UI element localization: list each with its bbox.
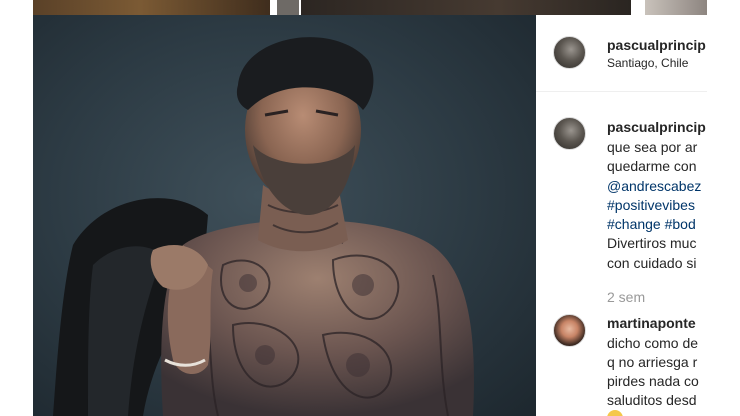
- post-sidebar: pascualprincip Santiago, Chile pascualpr…: [536, 15, 707, 416]
- caption-text-line: Divertiros muc: [607, 235, 697, 251]
- author-avatar[interactable]: [553, 36, 586, 69]
- caption-text-line: quedarme con: [607, 158, 697, 174]
- comment-text-line: saluditos desd: [607, 392, 697, 408]
- comment-text-line: dicho como de: [607, 335, 699, 351]
- caption-mention-link[interactable]: @andrescabez: [607, 178, 701, 194]
- comment-username[interactable]: martinaponte: [607, 315, 696, 331]
- comment-text-line: q no arriesga r: [607, 354, 698, 370]
- caption-text-line: que sea por ar: [607, 139, 698, 155]
- caption-timestamp[interactable]: 2 sem: [607, 289, 645, 305]
- previous-posts-strip: [0, 0, 740, 15]
- previous-post-thumbnail[interactable]: [277, 0, 299, 15]
- previous-post-thumbnail[interactable]: [33, 0, 270, 15]
- caption-hashtag-link[interactable]: #change #bod: [607, 216, 696, 232]
- header-divider: [536, 91, 707, 92]
- previous-post-thumbnail[interactable]: [301, 0, 631, 15]
- post-photo[interactable]: [33, 15, 536, 416]
- caption-hashtag-link[interactable]: #positivevibes: [607, 197, 695, 213]
- comment-text-line: pirdes nada co: [607, 373, 699, 389]
- post-location[interactable]: Santiago, Chile: [607, 56, 688, 70]
- caption-text-line: con cuidado si: [607, 255, 697, 271]
- caption-avatar[interactable]: [553, 117, 586, 150]
- page-margin: [707, 0, 740, 416]
- post-photo-image: [53, 37, 474, 416]
- caption-username[interactable]: pascualprincip: [607, 119, 706, 135]
- previous-post-thumbnail[interactable]: [645, 0, 707, 15]
- comment-avatar[interactable]: [553, 314, 586, 347]
- author-username[interactable]: pascualprincip: [607, 37, 706, 53]
- emoji-icon: [607, 410, 623, 416]
